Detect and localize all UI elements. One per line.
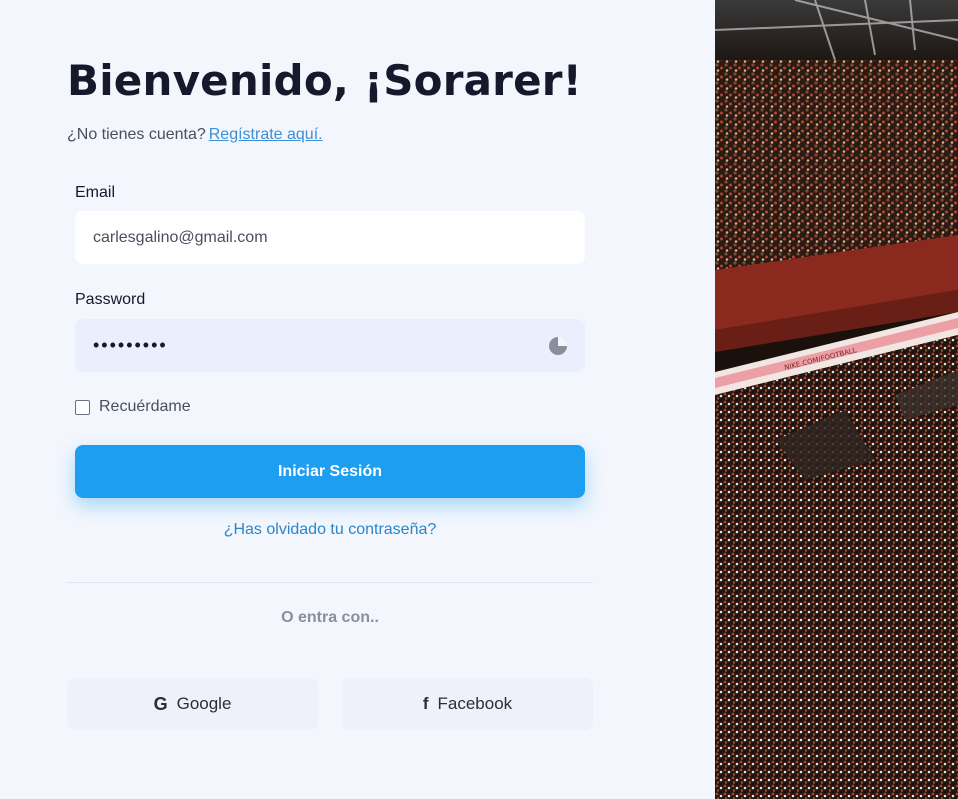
stadium-illustration: NIKE.COM/FOOTBALL — [715, 0, 958, 799]
email-field[interactable]: carlesgalino@gmail.com — [75, 211, 585, 264]
password-label: Password — [75, 291, 146, 308]
password-field[interactable]: ••••••••• — [75, 319, 585, 372]
page-title: Bienvenido, ¡Sorarer! — [67, 56, 583, 105]
forgot-password-link[interactable]: ¿Has olvidado tu contraseña? — [75, 521, 585, 539]
google-login-button[interactable]: G Google — [67, 678, 318, 730]
remember-me[interactable]: Recuérdame — [75, 398, 191, 416]
email-value: carlesgalino@gmail.com — [93, 228, 268, 246]
remember-checkbox[interactable] — [75, 399, 90, 415]
email-label: Email — [75, 184, 116, 201]
signup-prompt: ¿No tienes cuenta? Regístrate aquí. — [67, 126, 323, 144]
signup-prompt-text: ¿No tienes cuenta? — [67, 126, 206, 143]
facebook-label: Facebook — [437, 694, 513, 713]
stadium-photo: NIKE.COM/FOOTBALL — [715, 0, 958, 799]
password-value: ••••••••• — [93, 335, 168, 355]
social-divider-text: O entra con.. — [281, 609, 379, 626]
facebook-icon: f — [422, 694, 429, 713]
facebook-login-button[interactable]: f Facebook — [342, 678, 593, 730]
remember-label: Recuérdame — [99, 398, 191, 415]
google-label: Google — [176, 694, 232, 713]
signup-link[interactable]: Regístrate aquí. — [209, 126, 323, 143]
divider — [67, 582, 593, 583]
google-icon: G — [153, 693, 168, 714]
show-password-icon[interactable] — [549, 336, 567, 355]
login-button[interactable]: Iniciar Sesión — [75, 445, 585, 498]
login-panel: Bienvenido, ¡Sorarer! ¿No tienes cuenta?… — [0, 0, 715, 799]
